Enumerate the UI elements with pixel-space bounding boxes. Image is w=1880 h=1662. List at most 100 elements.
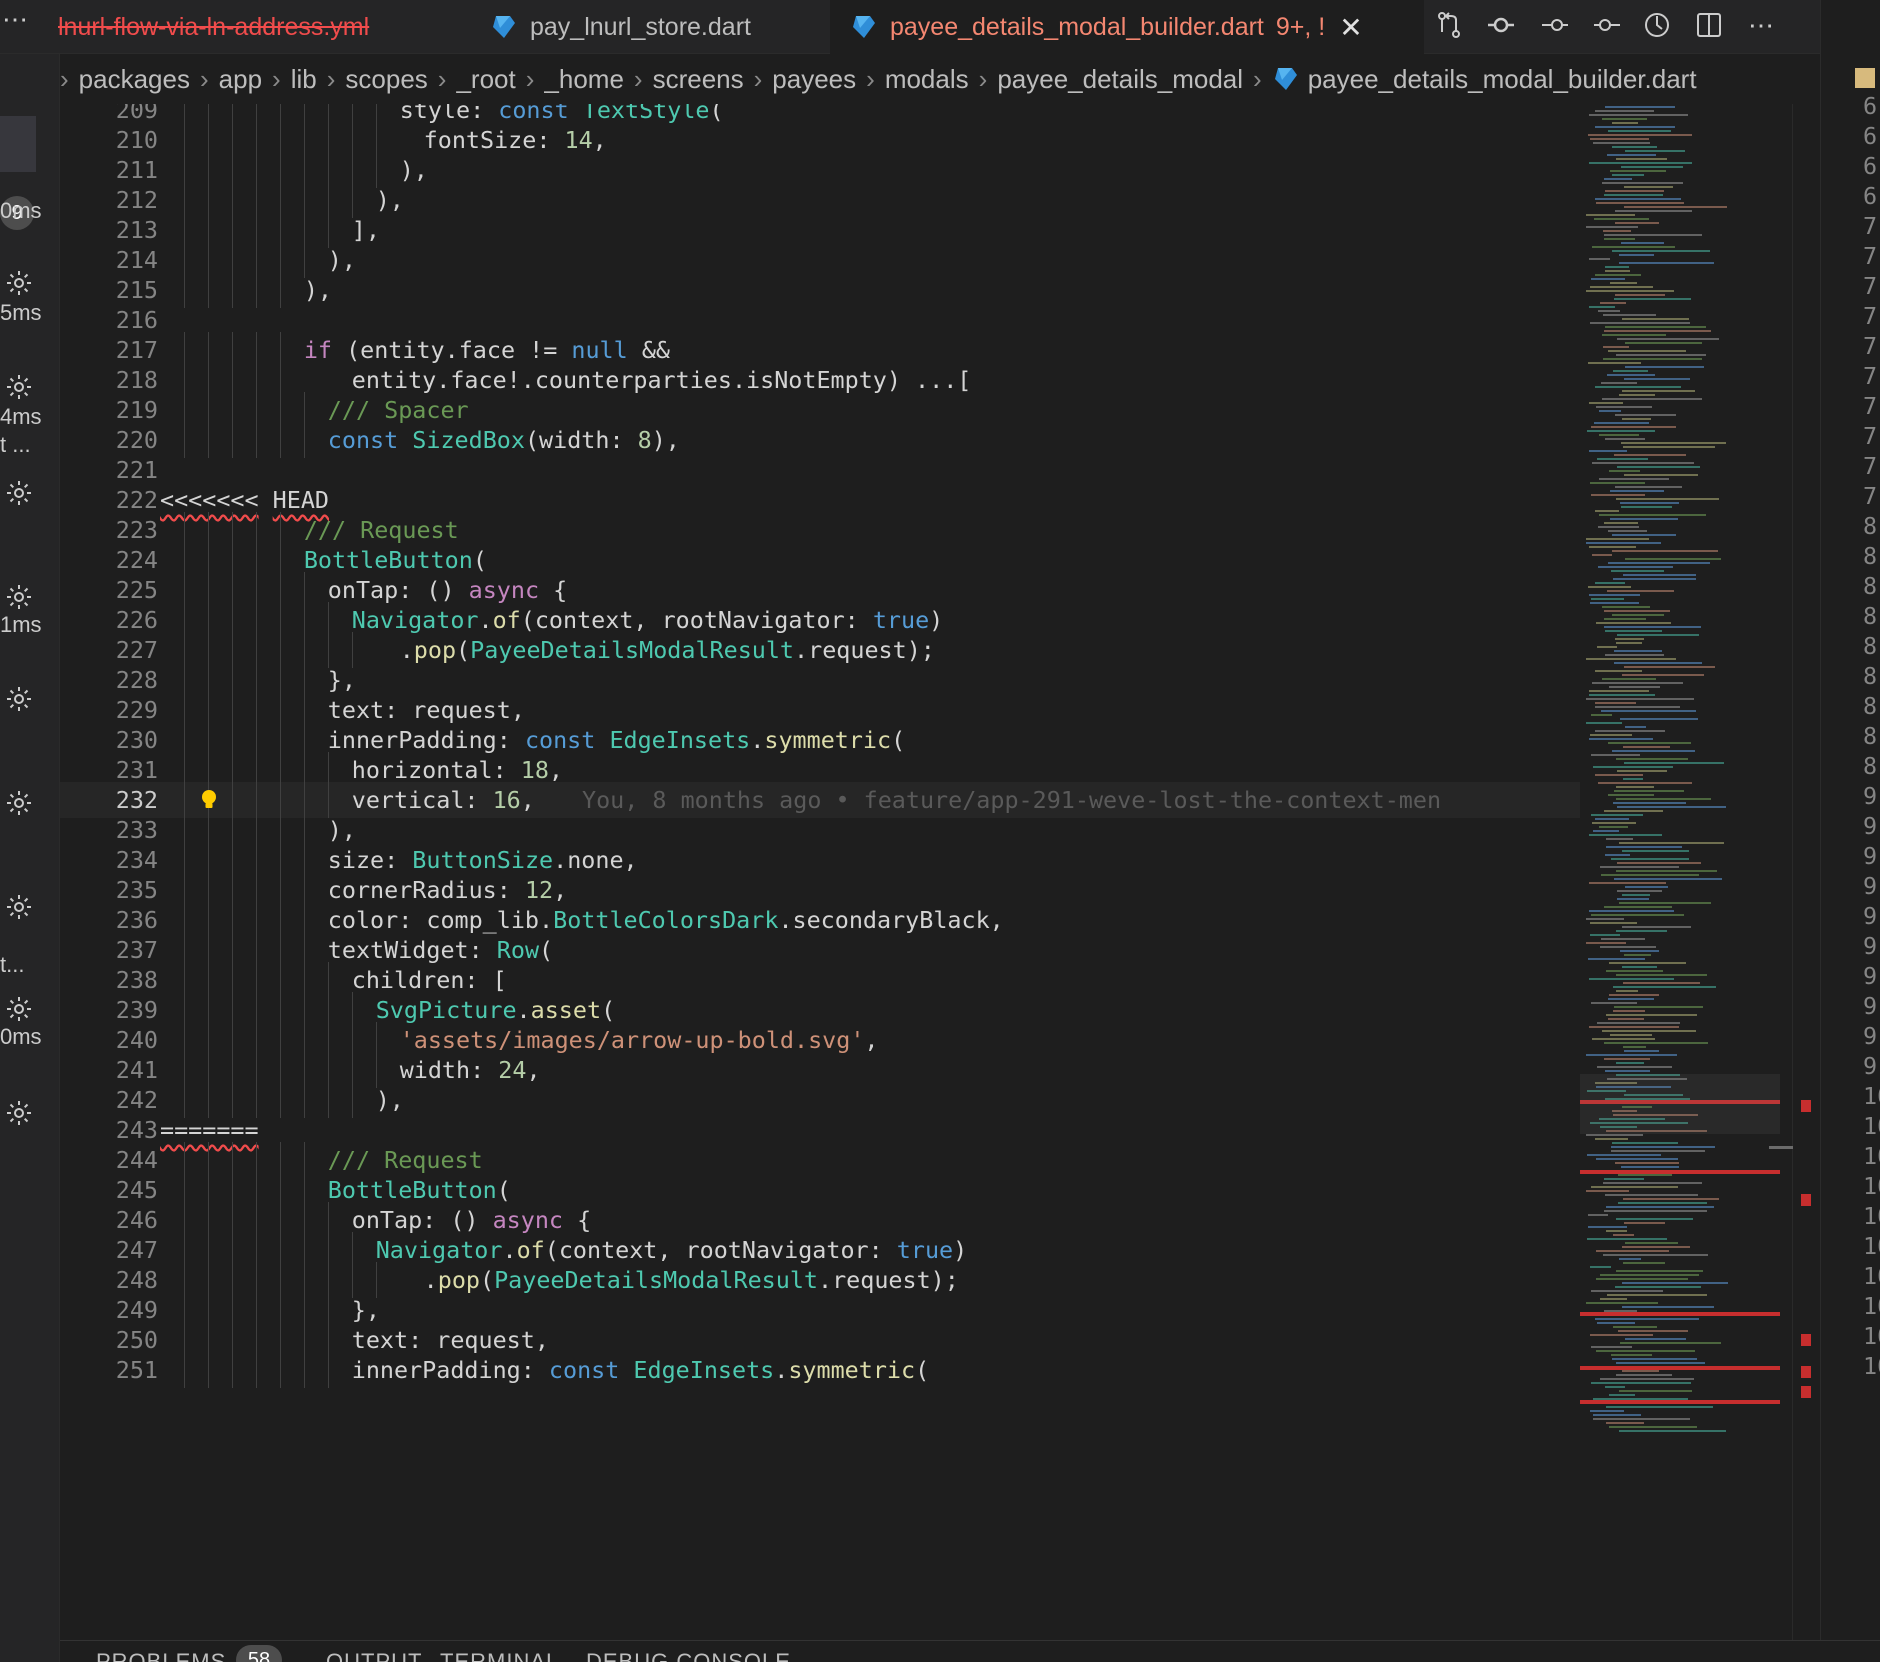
- minimap-line: [1619, 902, 1711, 904]
- minimap-line: [1614, 790, 1684, 792]
- go-forward-change-icon[interactable]: [1588, 6, 1626, 44]
- minimap-line: [1617, 890, 1662, 892]
- minimap-line: [1616, 354, 1706, 356]
- minimap-line: [1617, 898, 1649, 900]
- minimap-line: [1606, 1230, 1627, 1232]
- code-token: 16: [492, 786, 521, 814]
- tab-terminal[interactable]: TERMINAL: [440, 1649, 559, 1662]
- error-marker: [1801, 1100, 1811, 1112]
- minimap-line: [1602, 678, 1656, 680]
- code-token: .request);: [794, 636, 935, 664]
- tab-output[interactable]: OUTPUT: [326, 1649, 422, 1662]
- minimap-line: [1617, 634, 1699, 636]
- minimap-line: [1588, 958, 1645, 960]
- code-token: ],: [351, 216, 380, 244]
- breadcrumb-item[interactable]: app: [219, 64, 262, 95]
- code-token: cornerRadius:: [327, 876, 525, 904]
- lightbulb-icon[interactable]: [198, 788, 220, 812]
- code-editor[interactable]: 209 style: const TextStyle(210 fontSize: 1…: [60, 104, 1580, 1640]
- gear-icon[interactable]: [4, 788, 34, 818]
- minimap-line: [1614, 662, 1702, 664]
- gear-icon[interactable]: [4, 478, 34, 508]
- tab-problems[interactable]: PROBLEMS: [96, 1649, 226, 1662]
- minimap-line: [1622, 1246, 1690, 1248]
- gear-icon[interactable]: [4, 994, 34, 1024]
- code-token: ,: [864, 1026, 879, 1054]
- code-line[interactable]: 251 innerPadding: const EdgeInsets.symmet…: [60, 1352, 1580, 1388]
- minimap-line: [1596, 202, 1684, 204]
- minimap-line: [1610, 1034, 1652, 1036]
- breadcrumb-item[interactable]: packages: [79, 64, 190, 95]
- right-editor-split[interactable]: 6666777777777788888888899999999991010101…: [1820, 0, 1880, 1662]
- minimap-line: [1587, 1238, 1667, 1240]
- split-editor-icon[interactable]: [1690, 6, 1728, 44]
- gear-icon[interactable]: [4, 372, 34, 402]
- timeline-icon[interactable]: [1638, 6, 1676, 44]
- tab-lnurl-flow-yml[interactable]: lnurl-flow-via-ln-address.yml: [58, 0, 470, 54]
- minimap-line: [1586, 1302, 1658, 1304]
- minimap-line: [1603, 1254, 1708, 1256]
- breadcrumb-item[interactable]: screens: [653, 64, 744, 95]
- minimap-conflict-highlight: [1580, 1312, 1780, 1316]
- breadcrumb-item[interactable]: _home: [544, 64, 624, 95]
- minimap-line: [1606, 1406, 1713, 1408]
- code-token: Navigator: [375, 1236, 503, 1264]
- minimap-line: [1586, 542, 1661, 544]
- minimap-line: [1619, 262, 1714, 264]
- minimap-line: [1599, 514, 1706, 516]
- source-control-icon[interactable]: [1430, 6, 1468, 44]
- close-icon[interactable]: ✕: [1339, 11, 1362, 44]
- more-actions-icon[interactable]: ⋯: [1742, 6, 1780, 44]
- minimap-line: [1619, 254, 1654, 256]
- gear-icon[interactable]: [4, 1098, 34, 1128]
- minimap-line: [1593, 766, 1673, 768]
- code-token: ,: [553, 876, 568, 904]
- tab-pay-lnurl-store[interactable]: pay_lnurl_store.dart: [472, 0, 828, 54]
- minimap-line: [1608, 1018, 1644, 1020]
- minimap-line: [1625, 150, 1685, 152]
- code-token: vertical:: [351, 786, 493, 814]
- breadcrumb-item[interactable]: payee_details_modal: [997, 64, 1243, 95]
- breadcrumb-item[interactable]: _root: [456, 64, 515, 95]
- tab-debug-console[interactable]: DEBUG CONSOLE: [586, 1649, 791, 1662]
- code-token: ),: [375, 1086, 404, 1114]
- minimap-line: [1597, 1066, 1672, 1068]
- minimap-line: [1625, 342, 1702, 344]
- line-number: 7: [1863, 332, 1878, 360]
- selected-item[interactable]: [0, 116, 36, 172]
- line-number: 6: [1863, 152, 1878, 180]
- code-token: size:: [327, 846, 413, 874]
- breadcrumb-item[interactable]: payees: [772, 64, 856, 95]
- go-back-change-icon[interactable]: [1536, 6, 1574, 44]
- minimap-line: [1598, 310, 1620, 312]
- gear-icon[interactable]: [4, 582, 34, 612]
- breadcrumb-item[interactable]: payee_details_modal_builder.dart: [1308, 64, 1697, 95]
- breadcrumb-item[interactable]: modals: [885, 64, 969, 95]
- minimap-line: [1608, 130, 1671, 132]
- minimap-line: [1588, 134, 1692, 136]
- minimap-line: [1617, 770, 1667, 772]
- minimap-line: [1604, 330, 1711, 332]
- code-token: .: [399, 636, 414, 664]
- minimap-line: [1624, 378, 1690, 380]
- line-number: 10: [1863, 1232, 1880, 1260]
- timing-label: 0ms: [0, 198, 42, 223]
- minimap-line: [1615, 486, 1682, 488]
- minimap-line: [1604, 906, 1672, 908]
- minimap-line: [1613, 986, 1716, 988]
- minimap-line: [1598, 566, 1673, 568]
- more-icon[interactable]: ⋯: [2, 4, 28, 35]
- git-commit-icon[interactable]: [1482, 6, 1520, 44]
- editor-scrollbar[interactable]: [1769, 104, 1820, 1640]
- minimap-line: [1621, 506, 1672, 508]
- gear-icon[interactable]: [4, 268, 34, 298]
- tab-payee-details-modal-builder[interactable]: payee_details_modal_builder.dart 9+, ! ✕: [830, 0, 1424, 54]
- breadcrumb-item[interactable]: lib: [291, 64, 317, 95]
- breadcrumb-item[interactable]: scopes: [345, 64, 427, 95]
- minimap[interactable]: [1580, 104, 1792, 1640]
- minimap-line: [1586, 918, 1624, 920]
- gear-icon[interactable]: [4, 684, 34, 714]
- gear-icon[interactable]: [4, 892, 34, 922]
- minimap-line: [1623, 746, 1670, 748]
- minimap-viewport[interactable]: [1580, 1074, 1780, 1134]
